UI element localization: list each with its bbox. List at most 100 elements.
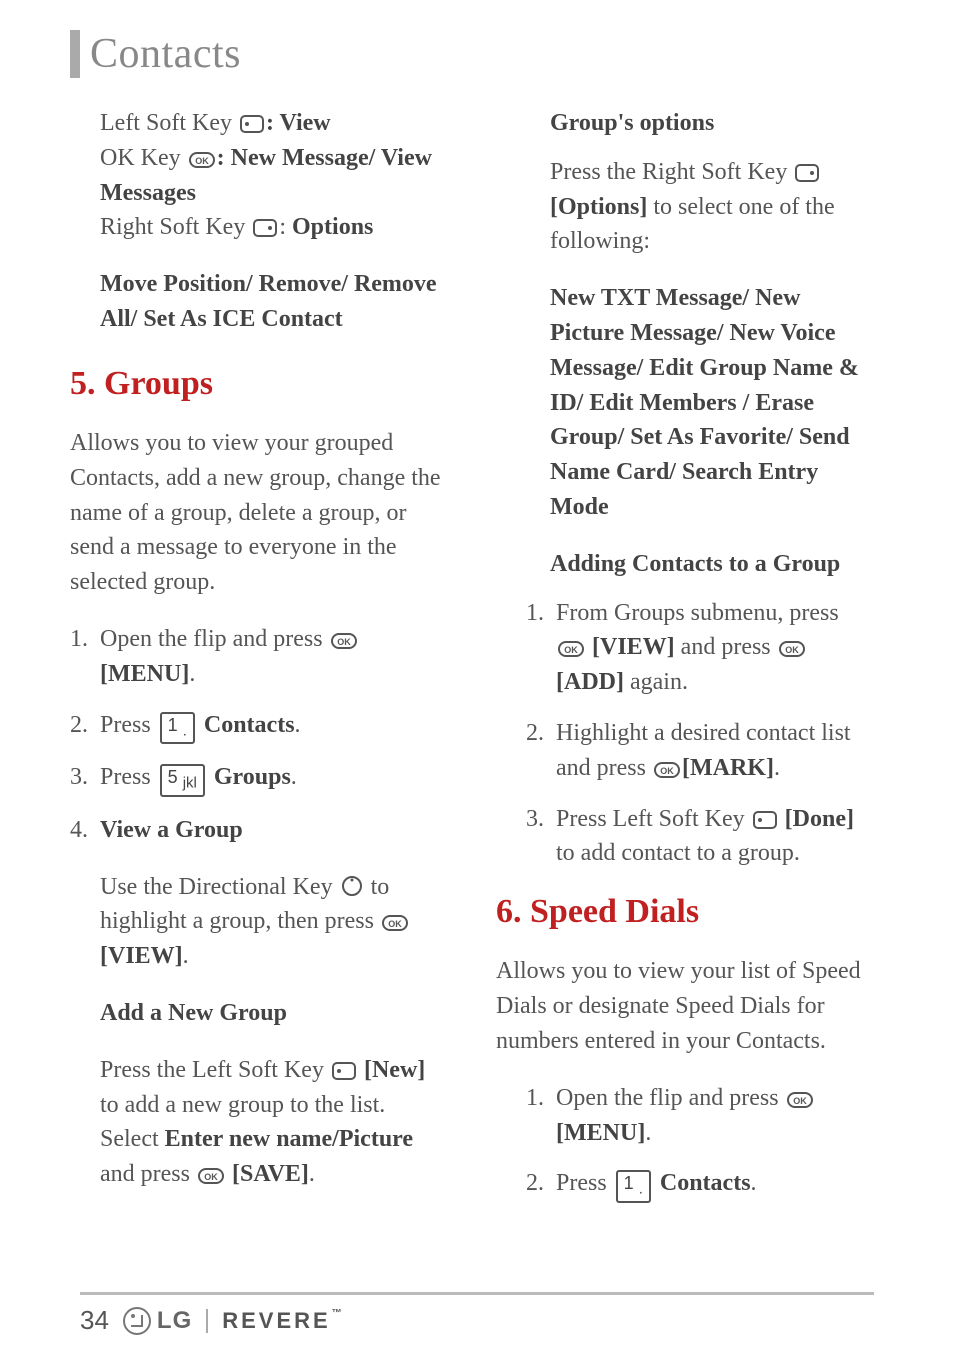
text: 5 [168,767,178,787]
text: . [189,661,195,687]
text: [MENU] [100,661,189,687]
right-soft-key-icon [795,164,819,182]
step-number: 1. [526,596,556,700]
ok-key-icon: OK [787,1092,813,1108]
lg-logo: LG [123,1307,192,1335]
step-1: 1. Open the flip and press OK [MENU]. [70,622,448,692]
step-number: 1. [526,1081,556,1151]
text: . [645,1120,651,1146]
text: [New] [364,1057,425,1083]
svg-text:OK: OK [785,645,799,655]
text: and press [100,1161,196,1187]
add-step-3: 3. Press Left Soft Key [Done] to add con… [526,802,874,872]
step-body: Press 5 jkl Groups. [100,760,448,797]
add-step-2: 2. Highlight a desired contact list and … [526,716,874,786]
group-options-list: New TXT Message/ New Picture Message/ Ne… [550,281,874,525]
page-title: Contacts [90,30,241,78]
step-number: 2. [70,708,100,745]
text: Left Soft Key [100,110,238,136]
step-number: 1. [70,622,100,692]
ok-key-icon: OK [189,152,215,168]
text: 1 [168,715,178,735]
group-options-text: Press the Right Soft Key [Options] to se… [550,155,874,259]
page-header: Contacts [70,30,874,78]
svg-text:OK: OK [564,645,578,655]
ok-key-icon: OK [779,641,805,657]
step-body: View a Group Use the Directional Key to … [100,813,448,1192]
text: 1 [624,1173,634,1193]
step-2: 2. Press 1 . Contacts. [70,708,448,745]
add-group-head: Add a New Group [100,996,448,1031]
svg-text:OK: OK [337,637,351,647]
add-step-1: 1. From Groups submenu, press OK [VIEW] … [526,596,874,700]
step-body: Open the flip and press OK [MENU]. [100,622,448,692]
ok-key-icon: OK [331,633,357,649]
text: Press [556,1170,613,1196]
page-footer: 34 LG REVERE [80,1292,874,1336]
text: Contacts [660,1170,751,1196]
text: Use the Directional Key [100,874,339,900]
left-soft-key-line: Left Soft Key : View [100,106,448,141]
text: Options [292,214,373,240]
view-group-head: View a Group [100,813,448,848]
text: [VIEW] [100,943,183,969]
svg-text:OK: OK [195,156,209,166]
text: . [183,943,189,969]
adding-contacts-head: Adding Contacts to a Group [550,547,874,582]
text: again. [624,669,688,695]
title-accent-bar [70,30,80,78]
step-body: Highlight a desired contact list and pre… [556,716,874,786]
step-3: 3. Press 5 jkl Groups. [70,760,448,797]
left-column: Left Soft Key : View OK Key OK: New Mess… [70,106,448,1219]
text: [VIEW] [592,634,675,660]
text: Enter new name/Picture [165,1126,413,1152]
text: : [279,214,292,240]
text: OK Key [100,145,187,171]
step-number: 4. [70,813,100,1192]
text: Right Soft Key [100,214,251,240]
step-number: 3. [70,760,100,797]
ok-key-line: OK Key OK: New Message/ View Messages [100,141,448,211]
text: . [309,1161,315,1187]
text: . [295,712,301,738]
right-soft-key-icon [253,219,277,237]
right-column: Group's options Press the Right Soft Key… [496,106,874,1219]
step-4: 4. View a Group Use the Directional Key … [70,813,448,1192]
text: [Options] [550,194,647,220]
text: and press [675,634,777,660]
section-6-heading: 6. Speed Dials [496,887,874,936]
text: Press Left Soft Key [556,806,751,832]
lg-text: LG [157,1307,192,1335]
left-soft-key-icon [332,1062,356,1080]
groups-intro: Allows you to view your grouped Contacts… [70,426,448,600]
ok-key-icon: OK [654,762,680,778]
text: Press the Left Soft Key [100,1057,330,1083]
text: Press [100,712,157,738]
text: From Groups submenu, press [556,600,839,626]
view-group-text: Use the Directional Key to highlight a g… [100,870,448,974]
step-body: Open the flip and press OK [MENU]. [556,1081,874,1151]
options-list: Move Position/ Remove/ Remove All/ Set A… [70,267,448,337]
keypad-1-icon: 1 . [160,712,195,745]
text: Press [100,764,157,790]
text: Open the flip and press [100,626,329,652]
keypad-1-icon: 1 . [616,1170,651,1203]
text: to add contact to a group. [556,840,800,866]
svg-text:OK: OK [388,919,402,929]
right-soft-key-line: Right Soft Key : Options [100,210,448,245]
sd-step-1: 1. Open the flip and press OK [MENU]. [526,1081,874,1151]
text: . [291,764,297,790]
text: Contacts [204,712,295,738]
text: . [751,1170,757,1196]
step-number: 2. [526,716,556,786]
text: [Done] [785,806,854,832]
product-name: REVERE [222,1308,330,1334]
add-group-text: Press the Left Soft Key [New] to add a n… [100,1053,448,1192]
step-body: Press Left Soft Key [Done] to add contac… [556,802,874,872]
soft-key-list: Left Soft Key : View OK Key OK: New Mess… [70,106,448,245]
ok-key-icon: OK [382,915,408,931]
step-body: From Groups submenu, press OK [VIEW] and… [556,596,874,700]
step-body: Press 1 . Contacts. [100,708,448,745]
step-body: Press 1 . Contacts. [556,1166,874,1203]
text: Open the flip and press [556,1085,785,1111]
